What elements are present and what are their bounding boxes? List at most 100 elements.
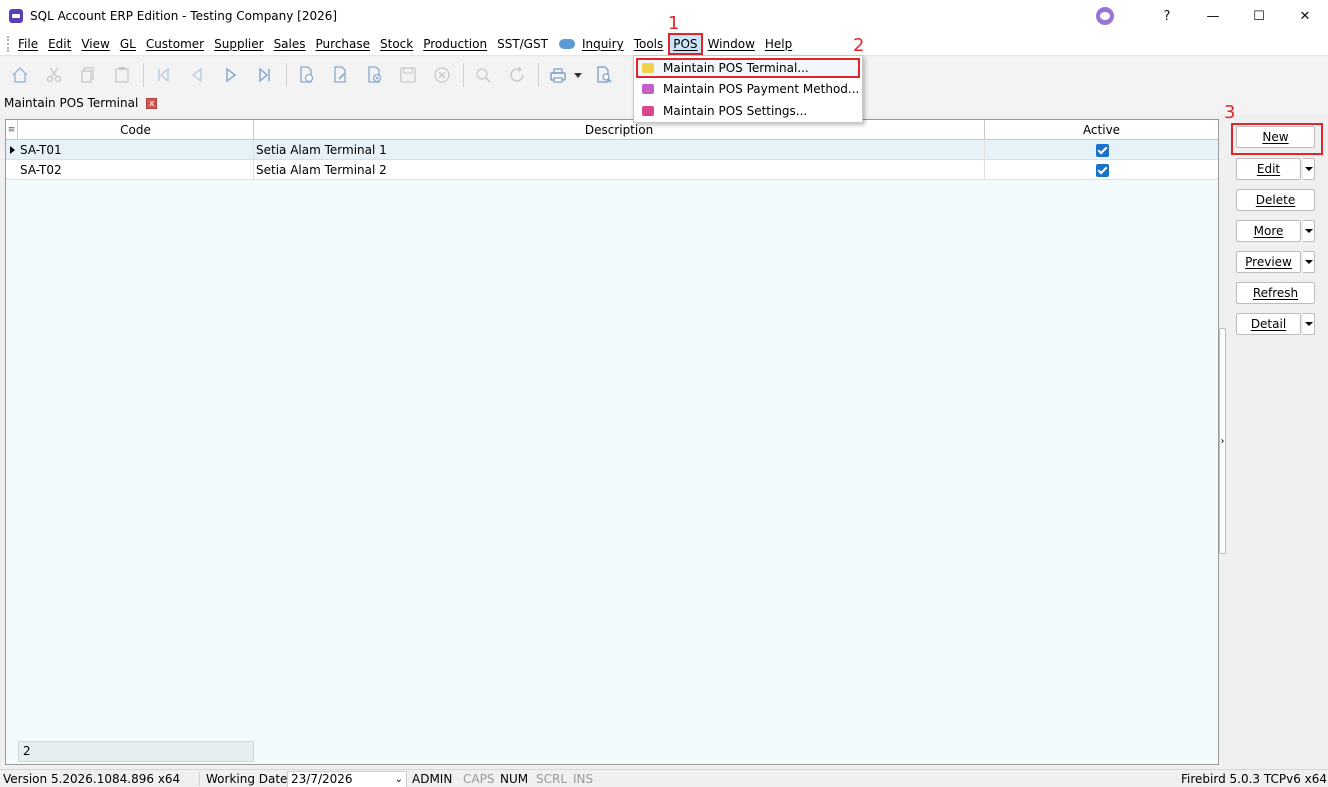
minimize-button[interactable]: —: [1190, 0, 1236, 32]
database-text: Firebird 5.0.3 TCPv6 x64: [1181, 772, 1328, 786]
row-indicator: [6, 160, 18, 180]
menu-window[interactable]: Window: [703, 33, 760, 55]
cell-active[interactable]: [985, 140, 1218, 160]
num-indicator: NUM: [500, 772, 529, 786]
cell-code[interactable]: SA-T02: [18, 160, 254, 180]
menu-supplier[interactable]: Supplier: [209, 33, 268, 55]
cell-code[interactable]: SA-T01: [18, 140, 254, 160]
edit-button[interactable]: Edit: [1236, 158, 1301, 180]
menu-stock[interactable]: Stock: [375, 33, 418, 55]
menu-item-label: Maintain POS Terminal...: [663, 61, 809, 75]
print-dropdown-icon[interactable]: [573, 62, 583, 88]
version-text: Version 5.2026.1084.896 x64: [3, 772, 181, 786]
maximize-button[interactable]: ☐: [1236, 0, 1282, 32]
save-icon[interactable]: [395, 62, 421, 88]
menu-sales[interactable]: Sales: [269, 33, 311, 55]
prior-record-icon[interactable]: [184, 62, 210, 88]
user-avatar-icon[interactable]: [1096, 7, 1114, 25]
pos-terminal-icon: [642, 63, 654, 73]
menu-item-maintain-pos-settings[interactable]: Maintain POS Settings...: [636, 101, 860, 121]
menu-help[interactable]: Help: [760, 33, 797, 55]
menu-item-label: Maintain POS Payment Method...: [663, 82, 860, 96]
menu-file[interactable]: File: [13, 33, 43, 55]
menu-view[interactable]: View: [76, 33, 114, 55]
table-row[interactable]: SA-T02 Setia Alam Terminal 2: [6, 160, 1218, 180]
working-date-value: 23/7/2026: [291, 772, 353, 786]
active-checkbox[interactable]: [1096, 143, 1109, 157]
help-button[interactable]: ?: [1144, 0, 1190, 32]
toolbar-separator: [463, 63, 464, 87]
print-preview-icon[interactable]: [591, 62, 617, 88]
column-header-description[interactable]: Description: [254, 120, 985, 140]
new-doc-icon[interactable]: [293, 62, 319, 88]
callout-3: 3: [1224, 102, 1236, 123]
menu-tools[interactable]: Tools: [629, 33, 669, 55]
cancel-icon[interactable]: [429, 62, 455, 88]
home-icon[interactable]: [7, 62, 33, 88]
table-row[interactable]: SA-T01 Setia Alam Terminal 1: [6, 140, 1218, 160]
tab-maintain-pos-terminal[interactable]: Maintain POS Terminal x: [4, 93, 158, 113]
toolbar-separator: [143, 63, 144, 87]
title-bar: SQL Account ERP Edition - Testing Compan…: [0, 0, 1328, 32]
cut-icon[interactable]: [41, 62, 67, 88]
caps-indicator: CAPS: [463, 772, 495, 786]
delete-button[interactable]: Delete: [1236, 189, 1315, 211]
menu-item-maintain-pos-terminal[interactable]: Maintain POS Terminal...: [636, 58, 860, 78]
cell-description[interactable]: Setia Alam Terminal 1: [254, 140, 985, 160]
more-dropdown-icon[interactable]: [1303, 220, 1315, 242]
toolbar-separator: [538, 63, 539, 87]
menu-sst-gst[interactable]: SST/GST: [492, 33, 553, 55]
column-header-code[interactable]: Code: [18, 120, 254, 140]
detail-button[interactable]: Detail: [1236, 313, 1301, 335]
cell-description[interactable]: Setia Alam Terminal 2: [254, 160, 985, 180]
menu-pos[interactable]: POS: [668, 32, 703, 55]
menu-customer[interactable]: Customer: [141, 33, 209, 55]
grid-header: ≡ Code Description Active: [6, 120, 1218, 140]
column-chooser-icon[interactable]: ≡: [6, 120, 18, 140]
delete-doc-icon[interactable]: [361, 62, 387, 88]
preview-dropdown-icon[interactable]: [1303, 251, 1315, 273]
toolbar-separator: [286, 63, 287, 87]
grid-footer-count: 2: [18, 741, 254, 762]
app-logo-icon: [9, 9, 23, 23]
menu-inquiry[interactable]: Inquiry: [577, 33, 629, 55]
window-title: SQL Account ERP Edition - Testing Compan…: [30, 9, 338, 23]
new-button[interactable]: New: [1236, 126, 1315, 148]
close-button[interactable]: ✕: [1282, 0, 1328, 32]
active-checkbox[interactable]: [1096, 163, 1109, 177]
first-record-icon[interactable]: [150, 62, 176, 88]
payment-method-icon: [642, 84, 654, 94]
callout-1: 1: [668, 13, 680, 34]
search-icon[interactable]: [470, 62, 496, 88]
edit-doc-icon[interactable]: [327, 62, 353, 88]
preview-button[interactable]: Preview: [1236, 251, 1301, 273]
tab-close-icon[interactable]: x: [146, 97, 158, 109]
refresh-button[interactable]: Refresh: [1236, 282, 1315, 304]
menu-gl[interactable]: GL: [115, 33, 141, 55]
column-header-active[interactable]: Active: [985, 120, 1218, 140]
next-record-icon[interactable]: [218, 62, 244, 88]
detail-dropdown-icon[interactable]: [1303, 313, 1315, 335]
terminal-grid[interactable]: ≡ Code Description Active SA-T01 Setia A…: [5, 119, 1219, 765]
menu-purchase[interactable]: Purchase: [311, 33, 376, 55]
menu-edit[interactable]: Edit: [43, 33, 76, 55]
cell-active[interactable]: [985, 160, 1218, 180]
refresh-icon[interactable]: [504, 62, 530, 88]
edit-dropdown-icon[interactable]: [1303, 158, 1315, 180]
menu-bar: File Edit View GL Customer Supplier Sale…: [0, 32, 1328, 56]
menu-production[interactable]: Production: [418, 33, 492, 55]
copy-icon[interactable]: [75, 62, 101, 88]
status-separator: [199, 772, 200, 786]
last-record-icon[interactable]: [252, 62, 278, 88]
chevron-down-icon[interactable]: ⌄: [395, 772, 403, 787]
tab-label: Maintain POS Terminal: [4, 96, 139, 110]
splitter-chevron-icon[interactable]: ›: [1219, 436, 1226, 447]
more-button[interactable]: More: [1236, 220, 1301, 242]
pos-dropdown-menu: Maintain POS Terminal... Maintain POS Pa…: [633, 55, 863, 123]
menu-item-maintain-pos-payment-method[interactable]: Maintain POS Payment Method...: [636, 79, 860, 99]
menu-grip: [7, 35, 9, 52]
working-date-field[interactable]: 23/7/2026 ⌄: [287, 771, 407, 787]
paste-icon[interactable]: [109, 62, 135, 88]
print-icon[interactable]: [545, 62, 571, 88]
cloud-icon[interactable]: [558, 38, 575, 49]
